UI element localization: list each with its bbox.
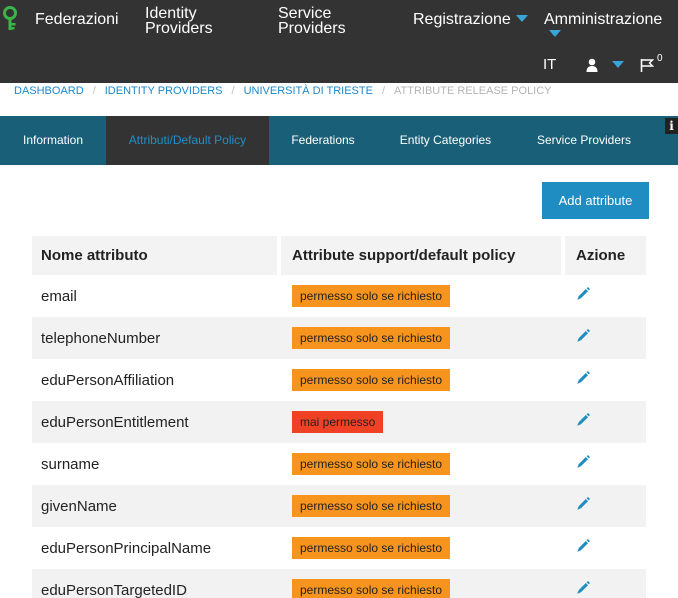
nav-amministrazione-label: Amministrazione [544,11,663,28]
breadcrumb-separator: / [92,85,96,97]
azione-cell [565,317,646,359]
policy-badge: permesso solo se richiesto [292,369,451,391]
attribute-policy-cell: permesso solo se richiesto [281,569,565,598]
nav-service-providers[interactable]: Service Providers [278,6,346,37]
azione-cell [565,569,646,598]
user-menu-chevron-down-icon[interactable] [612,61,624,68]
azione-cell [565,275,646,317]
info-icon[interactable]: i [665,118,678,134]
breadcrumb-separator: / [381,85,386,97]
azione-cell [565,359,646,401]
nav-registrazione-label: Registrazione [413,11,511,28]
flag-icon[interactable] [640,58,654,72]
attribute-policy-cell: permesso solo se richiesto [281,527,565,569]
chevron-down-icon [515,15,528,22]
pencil-icon[interactable] [576,328,590,348]
policy-badge: permesso solo se richiesto [292,285,451,307]
attribute-policy-cell: permesso solo se richiesto [281,485,565,527]
user-icon[interactable] [586,58,598,72]
table-row: eduPersonTargetedID permesso solo se rich… [32,569,646,598]
policy-badge: mai permesso [292,411,384,433]
attribute-name: eduPersonAffiliation [41,371,175,389]
nav-service-providers-line2: Providers [278,20,346,37]
attributes-table: Nome attributo Attribute support/default… [32,236,646,598]
add-attribute-button[interactable]: Add attribute [542,182,649,219]
nav-amministrazione-dropdown[interactable]: Amministrazione [544,12,678,42]
attribute-policy-cell: permesso solo se richiesto [281,317,565,359]
table-row: surname permesso solo se richiesto [32,443,646,485]
pencil-icon[interactable] [576,370,590,390]
attribute-name: telephoneNumber [41,329,161,347]
azione-cell [565,401,646,443]
nav-identity-providers-line2: Providers [145,20,213,37]
policy-badge: permesso solo se richiesto [292,495,451,517]
attribute-policy-cell: permesso solo se richiesto [281,443,565,485]
azione-cell [565,527,646,569]
azione-cell [565,443,646,485]
attribute-policy-cell: mai permesso [281,401,565,443]
nav-identity-providers[interactable]: Identity Providers [145,6,213,37]
table-row: eduPersonPrincipalName permesso solo se r… [32,527,646,569]
table-row: eduPersonEntitlement mai permesso [32,401,646,443]
table-row: telephoneNumber permesso solo se richiest… [32,317,646,359]
language-selector[interactable]: IT [543,56,556,73]
attribute-policy-cell: permesso solo se richiesto [281,359,565,401]
nav-registrazione-dropdown[interactable]: Registrazione [413,11,528,28]
tab-attributi-default-policy[interactable]: Attributi/Default Policy [106,116,269,165]
tab-information[interactable]: Information [0,116,106,165]
pencil-icon[interactable] [576,538,590,558]
breadcrumb-dashboard[interactable]: DASHBOARD [14,85,84,97]
attribute-name: eduPersonPrincipalName [41,539,212,557]
attribute-name: eduPersonTargetedID [41,581,187,598]
top-navbar: Federazioni Identity Providers Service P… [0,0,678,83]
attribute-name: surname [41,455,100,473]
pencil-icon[interactable] [576,454,590,474]
breadcrumb: DASHBOARD / IDENTITY PROVIDERS / UNIVERSITÀ … [14,85,552,97]
nav-federazioni[interactable]: Federazioni [35,12,119,28]
azione-cell [565,485,646,527]
tab-federations[interactable]: Federations [269,116,377,165]
table-row: givenName permesso solo se richiesto [32,485,646,527]
header-attribute-policy: Attribute support/default policy [281,236,561,275]
policy-badge: permesso solo se richiesto [292,327,451,349]
policy-badge: permesso solo se richiesto [292,579,451,598]
attribute-name: givenName [41,497,117,515]
policy-badge: permesso solo se richiesto [292,453,451,475]
key-logo-icon[interactable] [2,6,22,32]
pencil-icon[interactable] [576,580,590,598]
tab-bar: Information Attributi/Default Policy Fed… [0,116,678,165]
policy-badge: permesso solo se richiesto [292,537,451,559]
tab-service-providers[interactable]: Service Providers [514,116,654,165]
pencil-icon[interactable] [576,496,590,516]
pencil-icon[interactable] [576,412,590,432]
pencil-icon[interactable] [576,286,590,306]
attribute-policy-cell: permesso solo se richiesto [281,275,565,317]
breadcrumb-current: ATTRIBUTE RELEASE POLICY [394,85,552,97]
header-nome-attributo: Nome attributo [32,236,277,275]
breadcrumb-separator: / [231,85,235,97]
attribute-name: email [41,287,77,305]
header-azione: Azione [565,236,646,275]
notifications-count: 0 [657,53,663,64]
breadcrumb-universita-di-trieste[interactable]: UNIVERSITÀ DI TRIESTE [244,85,373,97]
tab-entity-categories[interactable]: Entity Categories [377,116,514,165]
table-row: email permesso solo se richiesto [32,275,646,317]
table-row: eduPersonAffiliation permesso solo se ric… [32,359,646,401]
chevron-down-icon [549,30,561,37]
table-header-row: Nome attributo Attribute support/default… [32,236,646,275]
attribute-name: eduPersonEntitlement [41,413,189,431]
breadcrumb-identity-providers[interactable]: IDENTITY PROVIDERS [105,85,223,97]
